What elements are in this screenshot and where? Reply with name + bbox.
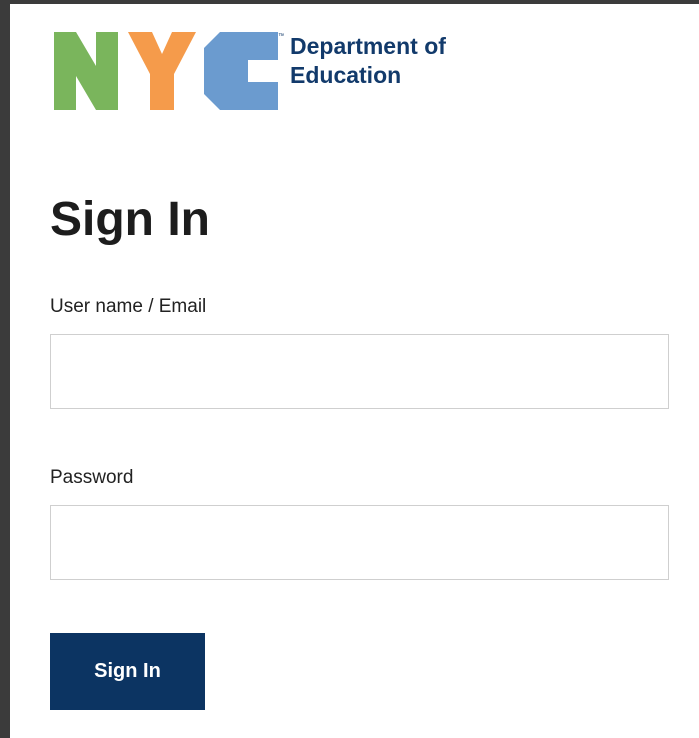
sign-in-button[interactable]: Sign In (50, 633, 205, 710)
page-title: Sign In (50, 193, 210, 246)
department-line-1: Department of (290, 33, 446, 59)
password-input[interactable] (50, 505, 669, 580)
logo-letter-y (128, 32, 196, 110)
password-label: Password (50, 467, 134, 488)
logo-trademark: ™ (278, 33, 284, 40)
nyc-logo-mark: ™ (54, 32, 284, 110)
logo-letter-c (204, 32, 278, 110)
logo-letter-n (54, 32, 118, 110)
nyc-doe-logo: ™ Department of Education (52, 30, 492, 116)
department-line-2: Education (290, 62, 402, 88)
sign-in-panel: ™ Department of Education Sign In User n… (10, 4, 699, 738)
username-input[interactable] (50, 334, 669, 409)
username-label: User name / Email (50, 296, 207, 317)
department-name: Department of Education (290, 32, 446, 90)
